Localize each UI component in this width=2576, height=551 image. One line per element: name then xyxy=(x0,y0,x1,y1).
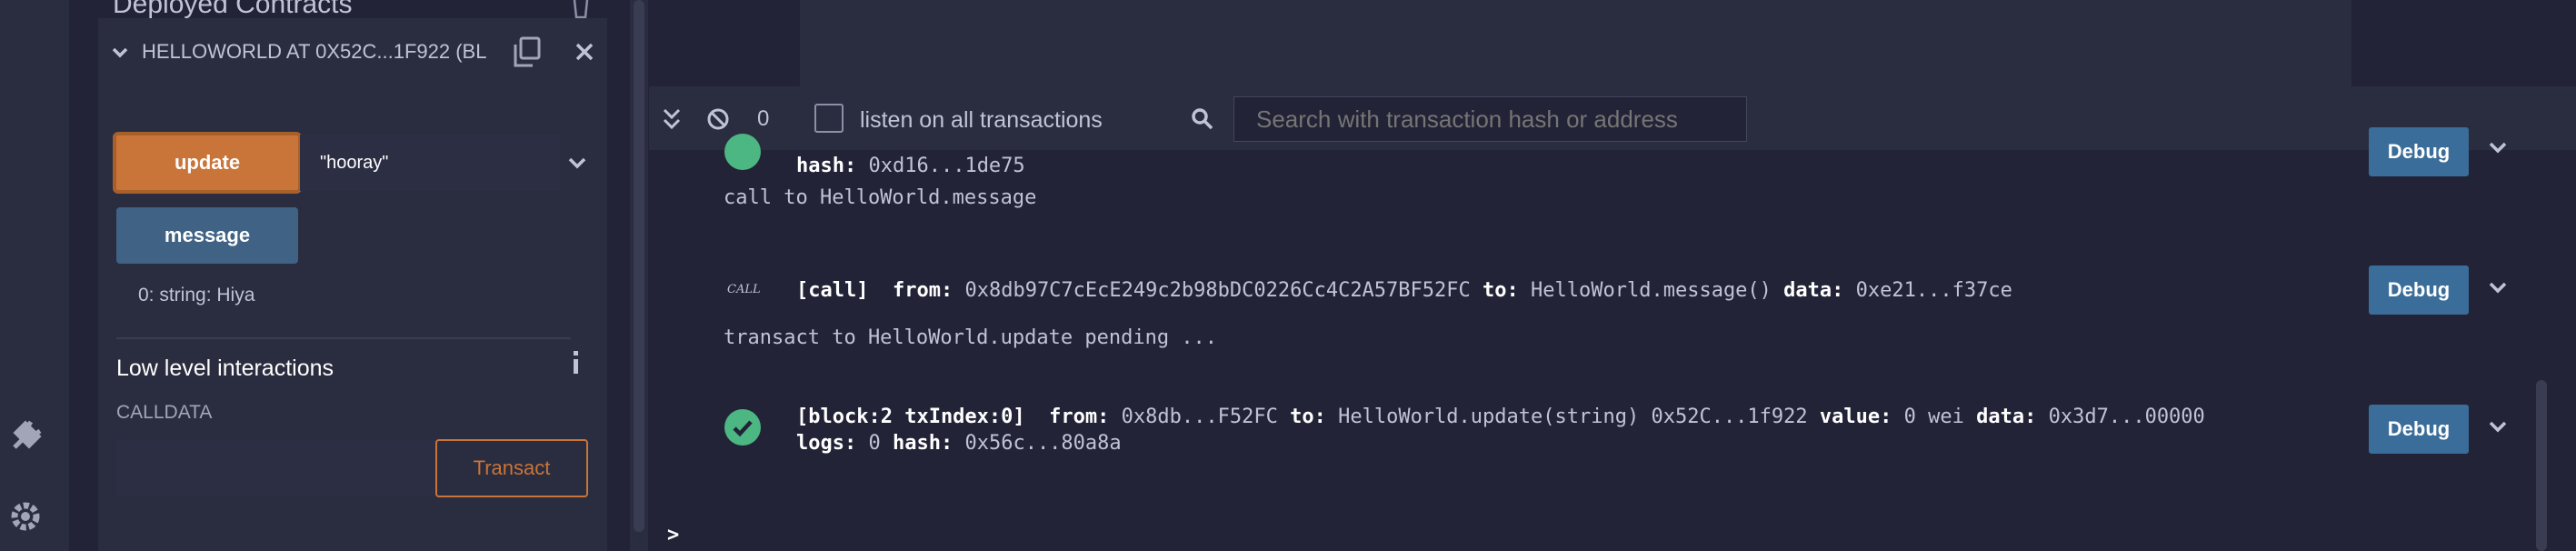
collapse-terminal-icon[interactable] xyxy=(662,107,682,131)
transact-button[interactable]: Transact xyxy=(435,439,588,497)
update-button[interactable]: update xyxy=(113,132,302,194)
terminal-scrollbar-thumb[interactable] xyxy=(2536,380,2547,551)
log-entry-transaction[interactable]: [block:2 txIndex:0] from: 0x8db...F52FC … xyxy=(796,406,2205,428)
trash-icon[interactable] xyxy=(569,0,593,19)
calldata-input[interactable] xyxy=(116,440,436,496)
debug-button[interactable]: Debug xyxy=(2369,127,2469,176)
contract-title[interactable]: HELLOWORLD AT 0X52C...1F922 (BL xyxy=(142,40,486,64)
expand-log-chevron-icon[interactable] xyxy=(2488,142,2508,156)
icon-rail xyxy=(0,0,69,551)
log-entry-transaction-logs: logs: 0 hash: 0x56c...80a8a xyxy=(796,432,1122,455)
clear-console-icon[interactable] xyxy=(706,107,730,131)
listen-checkbox[interactable] xyxy=(814,104,844,133)
debug-button[interactable]: Debug xyxy=(2369,405,2469,454)
info-icon[interactable] xyxy=(571,351,582,375)
success-check-icon xyxy=(724,409,761,446)
log-entry-hash: hash: 0xd16...1de75 xyxy=(796,155,1025,177)
transaction-search-input[interactable] xyxy=(1233,96,1747,142)
expand-log-chevron-icon[interactable] xyxy=(2488,421,2508,436)
expand-chevron-icon[interactable] xyxy=(567,153,587,173)
divider xyxy=(116,337,571,339)
message-button[interactable]: message xyxy=(116,207,298,264)
terminal-prompt[interactable]: > xyxy=(667,524,679,546)
terminal-log xyxy=(649,150,2576,551)
expand-log-chevron-icon[interactable] xyxy=(2488,282,2508,296)
listen-label: listen on all transactions xyxy=(860,107,1103,133)
copy-icon[interactable] xyxy=(513,36,542,67)
settings-gear-icon[interactable] xyxy=(5,496,45,536)
low-level-title: Low level interactions xyxy=(116,356,334,381)
debug-button[interactable]: Debug xyxy=(2369,265,2469,315)
deployed-contracts-title: Deployed Contracts xyxy=(113,0,353,19)
chevron-down-icon[interactable] xyxy=(111,44,129,62)
search-icon xyxy=(1191,107,1214,131)
success-check-icon xyxy=(724,134,761,170)
editor-pane xyxy=(800,0,2351,86)
log-line-call: call to HelloWorld.message xyxy=(724,186,1037,209)
pending-tx-count: 0 xyxy=(757,106,770,131)
close-icon[interactable] xyxy=(574,42,594,62)
message-result: 0: string: Hiya xyxy=(138,285,255,306)
plugin-icon[interactable] xyxy=(5,416,45,456)
log-entry-call[interactable]: [call] from: 0x8db97C7cEcE249c2b98bDC022… xyxy=(796,279,2012,302)
calldata-label: CALLDATA xyxy=(116,402,213,423)
call-badge: CALL xyxy=(727,283,761,296)
update-input[interactable]: "hooray" xyxy=(300,135,560,191)
log-line-pending: transact to HelloWorld.update pending ..… xyxy=(724,326,1218,349)
panel-scrollbar-thumb[interactable] xyxy=(634,0,644,532)
